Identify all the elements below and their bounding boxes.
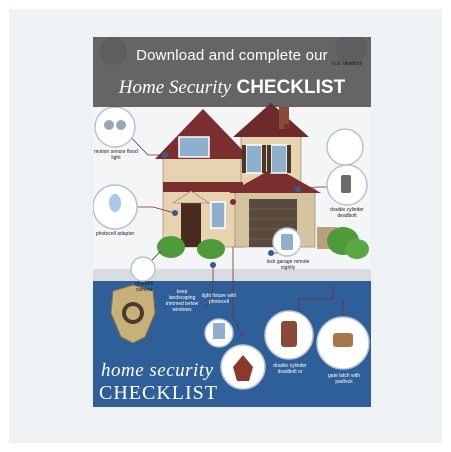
footer-title-script: home security [101, 360, 214, 381]
label-lock-garage: lock garage remote nightly [266, 259, 310, 271]
label-keep-landscaping: keep landscaping trimmed below windows [165, 289, 199, 313]
label-light-fixture: light fixture with photocell [201, 293, 237, 305]
header-checklist-title: Home Security CHECKLIST [93, 77, 371, 99]
header-title-bold: CHECKLIST [236, 77, 346, 98]
checklist-poster-image[interactable]: Download and complete our Home Security … [93, 37, 371, 407]
label-gate-latch: gate latch with padlock [328, 373, 360, 385]
footer-title-checklist: CHECKLIST [99, 382, 218, 404]
label-top-right-corner: U.S. deadbolt [331, 61, 363, 67]
header-title-italic: Home Security [118, 77, 232, 98]
label-doorbell-camera: doorbell camera [135, 281, 153, 293]
label-double-cylinder-bottom: double cylinder deadbolt or [273, 363, 307, 375]
label-double-cylinder-top: double cylinder deadbolt [330, 207, 364, 219]
label-photocell-adaptor: photocell adaptor [95, 231, 135, 237]
label-motion-sensor: motion sensor flood light [94, 149, 138, 161]
